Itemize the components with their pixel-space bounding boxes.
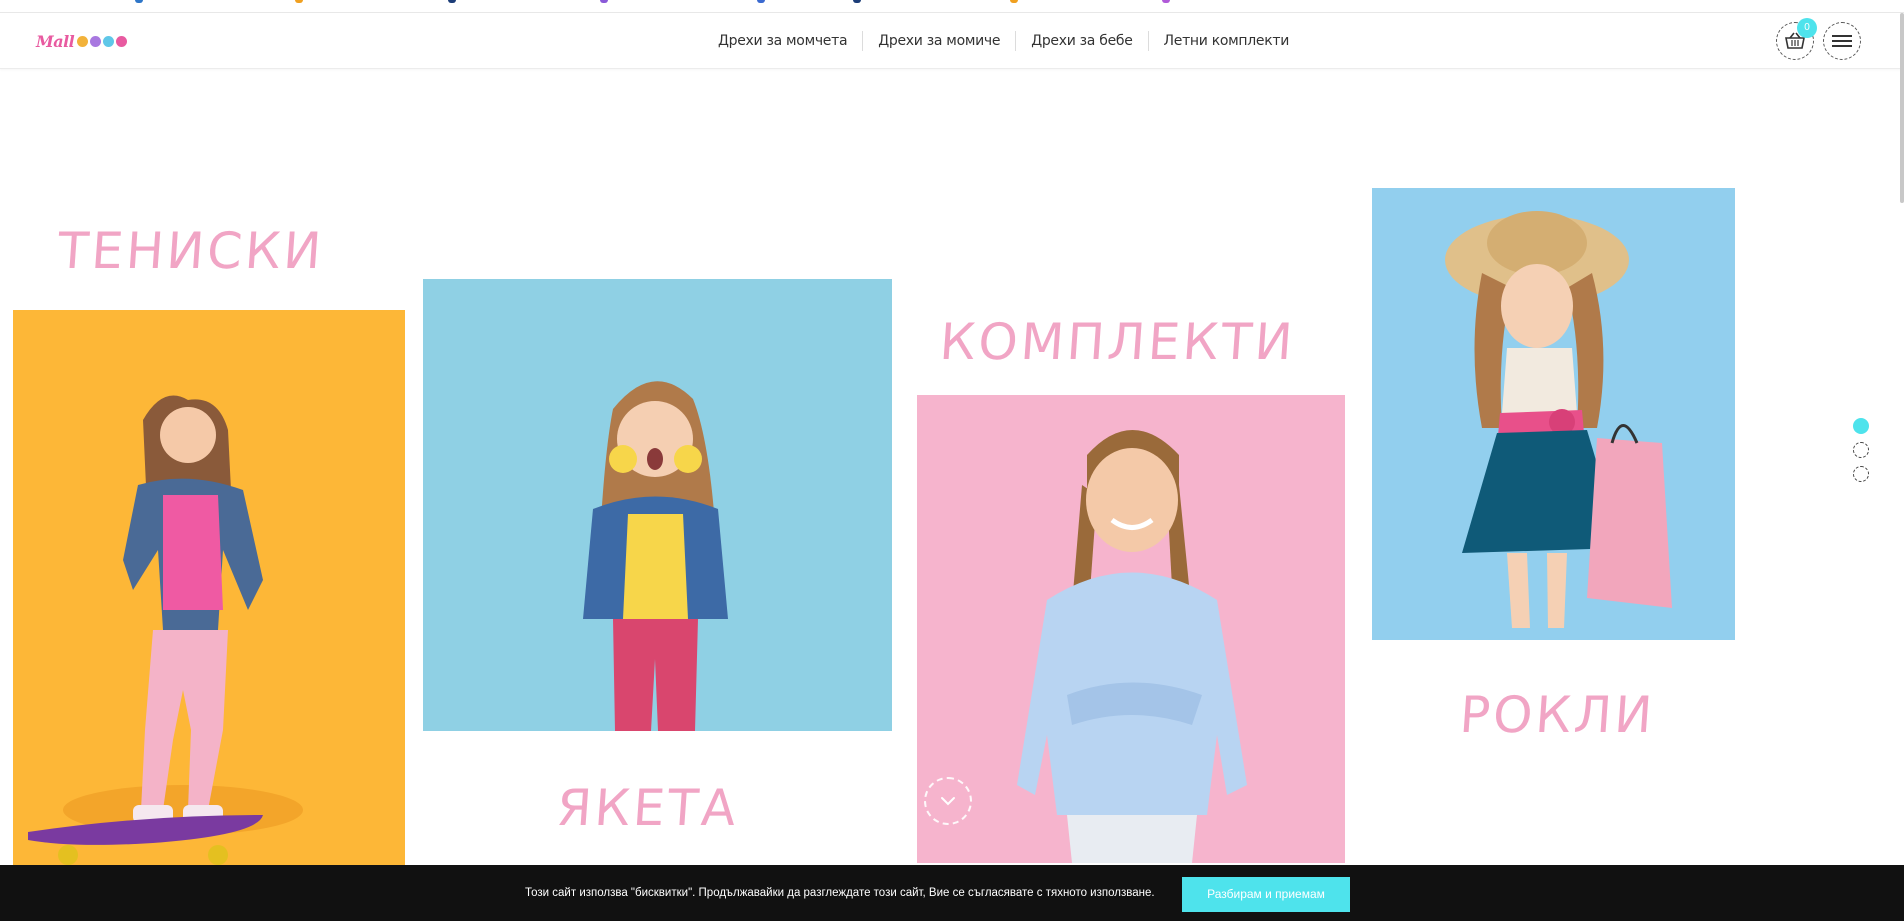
category-title-tshirts[interactable]: ТЕНИСКИ: [56, 222, 326, 280]
logo-dot: [103, 35, 115, 47]
cart-count-badge: 0: [1797, 18, 1817, 38]
nav-item-boys-clothes[interactable]: Дрехи за момчета: [703, 31, 862, 51]
page-scrollbar[interactable]: [1900, 13, 1904, 203]
pager-dot-2[interactable]: [1853, 442, 1869, 458]
category-photo-sets[interactable]: [917, 395, 1345, 863]
nav-item-baby-clothes[interactable]: Дрехи за бебе: [1015, 31, 1147, 51]
logo-dot: [77, 35, 89, 47]
site-header: Mall Дрехи за момчета Дрехи за момиче Др…: [0, 13, 1904, 69]
category-title-dresses[interactable]: РОКЛИ: [1458, 686, 1657, 744]
chevron-down-icon: [941, 797, 955, 806]
category-title-sets[interactable]: КОМПЛЕКТИ: [938, 313, 1297, 371]
site-logo[interactable]: Mall: [36, 26, 132, 56]
nav-item-girls-clothes[interactable]: Дрехи за момиче: [862, 31, 1015, 51]
category-title-jackets[interactable]: ЯКЕТА: [555, 779, 741, 837]
category-photo-jackets[interactable]: [423, 279, 892, 731]
category-photo-tshirts[interactable]: [13, 310, 405, 865]
scroll-down-button[interactable]: [924, 777, 972, 825]
logo-dots: [77, 35, 128, 47]
main-nav: Дрехи за момчета Дрехи за момиче Дрехи з…: [703, 30, 1304, 52]
section-pager: [1853, 418, 1871, 490]
browser-bookmark-strip: [0, 0, 1904, 13]
girl-skateboard-image: [13, 310, 405, 865]
hamburger-menu-button[interactable]: [1823, 22, 1861, 60]
pager-dot-3[interactable]: [1853, 466, 1869, 482]
hamburger-icon: [1832, 32, 1852, 50]
girl-hat-image: [1372, 188, 1735, 640]
cookie-consent-text: Този сайт използва "бисквитки". Продължа…: [525, 887, 1155, 899]
nav-item-summer-sets[interactable]: Летни комплекти: [1147, 31, 1305, 51]
accept-cookies-button[interactable]: Разбирам и приемам: [1182, 877, 1350, 912]
category-photo-dresses[interactable]: [1372, 188, 1735, 640]
logo-word: Mall: [36, 31, 75, 51]
pager-dot-1[interactable]: [1853, 418, 1869, 434]
logo-dot: [116, 35, 128, 47]
surprised-girl-image: [423, 279, 892, 731]
girl-braids-image: [917, 395, 1345, 863]
cookie-consent-banner: Този сайт използва "бисквитки". Продължа…: [0, 865, 1904, 921]
logo-dot: [90, 35, 102, 47]
